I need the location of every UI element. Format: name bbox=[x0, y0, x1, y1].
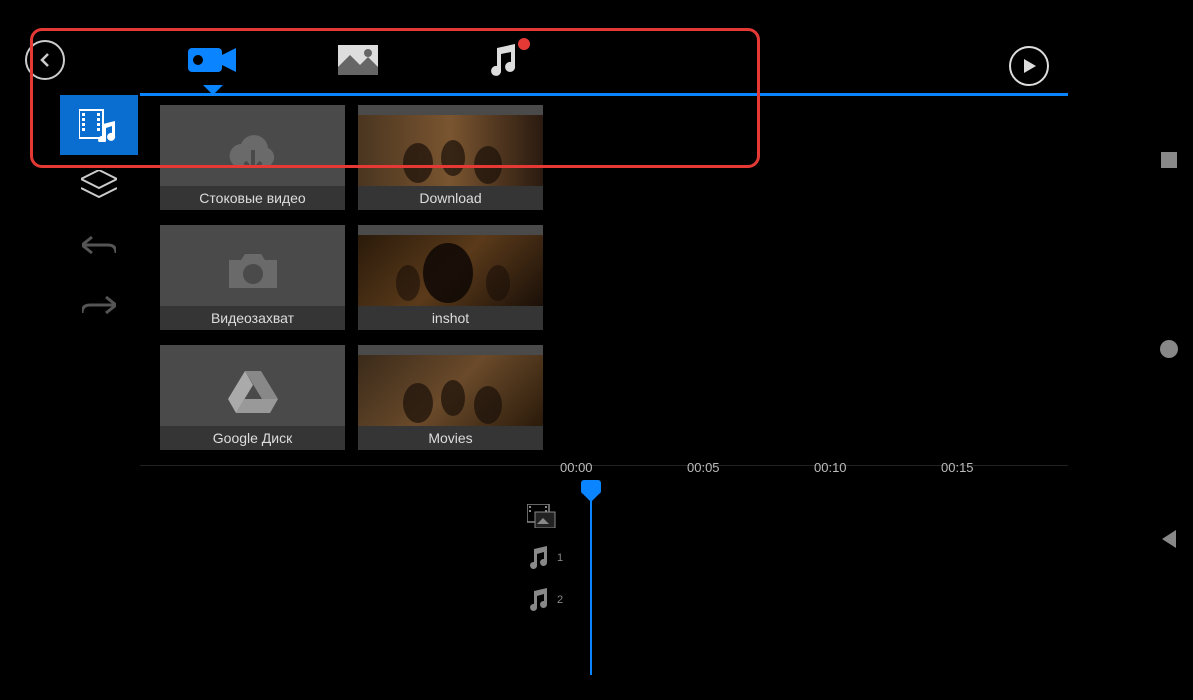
media-type-toolbar bbox=[140, 30, 1068, 90]
folder-label: Google Диск bbox=[160, 426, 345, 450]
folder-grid: Стоковые видео Download Видеозахват insh… bbox=[160, 105, 543, 450]
folder-label: Movies bbox=[358, 426, 543, 450]
folder-stock-video[interactable]: Стоковые видео bbox=[160, 105, 345, 210]
triangle-left-icon bbox=[1160, 529, 1178, 549]
time-mark: 00:00 bbox=[560, 460, 687, 490]
folder-label: inshot bbox=[358, 306, 543, 330]
google-drive-icon bbox=[228, 369, 278, 413]
cloud-download-icon bbox=[223, 128, 283, 173]
video-track[interactable] bbox=[527, 495, 563, 537]
play-button[interactable] bbox=[1009, 46, 1049, 86]
time-mark: 00:15 bbox=[941, 460, 1068, 490]
image-icon bbox=[338, 45, 378, 75]
nav-home-button[interactable] bbox=[1159, 339, 1179, 359]
playhead[interactable] bbox=[590, 480, 592, 675]
folder-videocapture[interactable]: Видеозахват bbox=[160, 225, 345, 330]
audio-track-1[interactable]: 1 bbox=[527, 537, 563, 579]
video-tab[interactable] bbox=[140, 30, 285, 90]
timeline-tracks: 1 2 bbox=[527, 495, 563, 621]
music-tab[interactable] bbox=[430, 30, 575, 90]
music-note-icon bbox=[527, 588, 551, 612]
undo-button[interactable] bbox=[60, 215, 138, 275]
undo-icon bbox=[82, 235, 116, 255]
layers-icon bbox=[81, 170, 117, 200]
timeline-ruler[interactable]: 00:00 00:05 00:10 00:15 bbox=[560, 460, 1068, 490]
app-frame: Стоковые видео Download Видеозахват insh… bbox=[30, 0, 1163, 700]
track-number: 1 bbox=[557, 552, 563, 564]
folder-inshot[interactable]: inshot bbox=[358, 225, 543, 330]
folder-google-drive[interactable]: Google Диск bbox=[160, 345, 345, 450]
video-thumbnail-icon bbox=[358, 235, 543, 306]
timeline[interactable]: 00:00 00:05 00:10 00:15 1 2 bbox=[140, 460, 1068, 680]
redo-icon bbox=[82, 295, 116, 315]
chevron-left-icon bbox=[37, 52, 53, 68]
folder-download[interactable]: Download bbox=[358, 105, 543, 210]
redo-button[interactable] bbox=[60, 275, 138, 335]
back-button[interactable] bbox=[25, 40, 65, 80]
nav-recent-button[interactable] bbox=[1160, 151, 1178, 169]
time-mark: 00:10 bbox=[814, 460, 941, 490]
notification-dot-icon bbox=[518, 38, 530, 50]
media-library-icon bbox=[79, 108, 119, 142]
video-camera-icon bbox=[188, 44, 238, 76]
music-note-icon bbox=[527, 546, 551, 570]
track-number: 2 bbox=[557, 594, 563, 606]
layers-button[interactable] bbox=[60, 155, 138, 215]
audio-track-2[interactable]: 2 bbox=[527, 579, 563, 621]
video-thumbnail-icon bbox=[358, 115, 543, 186]
square-icon bbox=[1160, 151, 1178, 169]
video-thumbnail-icon bbox=[358, 355, 543, 426]
media-library-button[interactable] bbox=[60, 95, 138, 155]
camera-icon bbox=[223, 248, 283, 293]
image-tab[interactable] bbox=[285, 30, 430, 90]
play-icon bbox=[1021, 58, 1037, 74]
folder-label: Download bbox=[358, 186, 543, 210]
folder-label: Стоковые видео bbox=[160, 186, 345, 210]
folder-label: Видеозахват bbox=[160, 306, 345, 330]
toolbar-underline bbox=[140, 93, 1068, 96]
video-track-icon bbox=[527, 504, 557, 528]
system-navigation bbox=[1159, 0, 1179, 700]
time-mark: 00:05 bbox=[687, 460, 814, 490]
circle-icon bbox=[1159, 339, 1179, 359]
nav-back-button[interactable] bbox=[1160, 529, 1178, 549]
left-sidebar bbox=[60, 95, 138, 335]
music-note-icon bbox=[487, 44, 519, 76]
folder-movies[interactable]: Movies bbox=[358, 345, 543, 450]
